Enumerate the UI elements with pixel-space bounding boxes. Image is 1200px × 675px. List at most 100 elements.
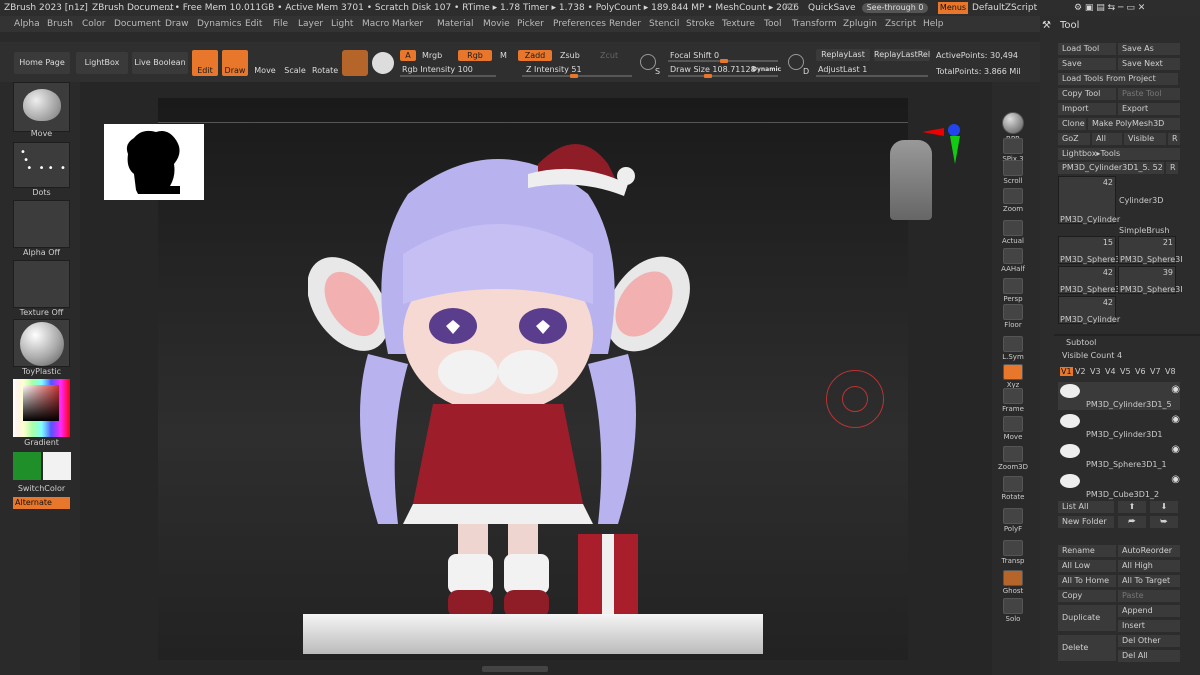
menu-stroke[interactable]: Stroke: [686, 16, 715, 32]
eye-icon[interactable]: ◉: [1171, 414, 1180, 425]
subtool-row[interactable]: ◉ PM3D_Cylinder3D1: [1058, 412, 1180, 440]
version-v7-button[interactable]: V7: [1150, 367, 1161, 376]
subtool-header[interactable]: Subtool: [1066, 338, 1096, 347]
subtool-row[interactable]: ◉ PM3D_Cylinder3D1_5: [1058, 382, 1180, 410]
rotate-mode-button[interactable]: Rotate: [312, 50, 338, 76]
tool-thumbnail[interactable]: 39 PM3D_Sphere3I: [1118, 266, 1183, 294]
paste-button[interactable]: Paste: [1118, 590, 1180, 602]
subtool-row[interactable]: ◉ PM3D_Cube3D1_2: [1058, 472, 1180, 500]
canvas-scroll-handle[interactable]: [482, 666, 548, 672]
view-l-sym-button[interactable]: L.Sym: [995, 336, 1031, 361]
view-solo-button[interactable]: Solo: [995, 598, 1031, 623]
view-polyf-button[interactable]: PolyF: [995, 508, 1031, 533]
adjust-icon[interactable]: [788, 54, 804, 70]
all-button[interactable]: All: [1092, 133, 1122, 145]
save-as-button[interactable]: Save As: [1118, 43, 1180, 55]
zcut-toggle[interactable]: Zcut: [600, 51, 618, 60]
menu-movie[interactable]: Movie: [483, 16, 510, 32]
focal-shift-slider[interactable]: Focal Shift 0: [670, 51, 719, 60]
character-render[interactable]: [308, 104, 748, 654]
version-v4-button[interactable]: V4: [1105, 367, 1116, 376]
version-v8-button[interactable]: V8: [1165, 367, 1176, 376]
see-through-slider[interactable]: See-through 0: [862, 3, 928, 13]
menu-brush[interactable]: Brush: [47, 16, 73, 32]
export-button[interactable]: Export: [1118, 103, 1180, 115]
autoreorder-button[interactable]: AutoReorder: [1118, 545, 1180, 557]
move-down-icon[interactable]: ⬇: [1150, 501, 1178, 513]
lightbox-button[interactable]: LightBox: [76, 52, 128, 74]
version-v2-button[interactable]: V2: [1075, 367, 1086, 376]
move-up-icon[interactable]: ⬆: [1118, 501, 1146, 513]
menu-document[interactable]: Document: [114, 16, 161, 32]
paste-tool-button[interactable]: Paste Tool: [1118, 88, 1180, 100]
switch-color-button[interactable]: SwitchColor: [13, 484, 70, 493]
eye-icon[interactable]: ◉: [1171, 444, 1180, 455]
menu-transform[interactable]: Transform: [792, 16, 837, 32]
rename-button[interactable]: Rename: [1058, 545, 1116, 557]
subtool-row[interactable]: ◉ PM3D_Sphere3D1_1: [1058, 442, 1180, 470]
m-toggle[interactable]: M: [500, 51, 507, 60]
clone-button[interactable]: Clone: [1058, 118, 1086, 130]
save-button[interactable]: Save: [1058, 58, 1116, 70]
rgb-intensity-track[interactable]: [400, 75, 496, 77]
stroke-thumbnail[interactable]: • • • • • •: [13, 142, 70, 188]
menu-color[interactable]: Color: [82, 16, 106, 32]
del-all-button[interactable]: Del All: [1118, 650, 1180, 662]
visible-count-slider[interactable]: Visible Count 4: [1062, 351, 1122, 360]
menus-toggle[interactable]: Menus: [938, 2, 968, 14]
menu-marker[interactable]: Marker: [392, 16, 423, 32]
menu-alpha[interactable]: Alpha: [14, 16, 40, 32]
view-rotate-button[interactable]: Rotate: [995, 476, 1031, 501]
secondary-color-swatch[interactable]: [43, 452, 71, 480]
dynamic-toggle[interactable]: Dynamic: [752, 66, 781, 73]
menu-stencil[interactable]: Stencil: [649, 16, 679, 32]
move-out-icon[interactable]: ⮩: [1150, 516, 1178, 528]
draw-size-track[interactable]: [668, 75, 778, 77]
zadd-toggle[interactable]: Zadd: [518, 50, 552, 61]
version-v5-button[interactable]: V5: [1120, 367, 1131, 376]
tool-thumbnail[interactable]: 21 PM3D_Sphere3I: [1118, 236, 1183, 264]
new-folder-button[interactable]: New Folder: [1058, 516, 1114, 528]
visible-button[interactable]: Visible: [1124, 133, 1166, 145]
tool-thumbnail[interactable]: 42 PM3D_Cylinder: [1058, 176, 1120, 224]
menu-zplugin[interactable]: Zplugin: [843, 16, 877, 32]
view-xyz-button[interactable]: Xyz: [995, 364, 1031, 389]
alpha-thumbnail[interactable]: [13, 200, 70, 248]
menu-texture[interactable]: Texture: [722, 16, 755, 32]
view-move-button[interactable]: Move: [995, 416, 1031, 441]
tool-thumbnail[interactable]: 15 PM3D_Sphere3I: [1058, 236, 1123, 264]
draw-size-knob[interactable]: [704, 74, 712, 78]
replay-last-rel-button[interactable]: ReplayLastRel: [874, 49, 930, 61]
tool-panel-header[interactable]: ⚒ Tool: [1040, 16, 1200, 36]
window-controls-icons[interactable]: ⚙ ▣ ▤ ⇆ ─ ▭ ✕: [1074, 0, 1145, 16]
focal-shift-knob[interactable]: [720, 59, 728, 63]
menu-help[interactable]: Help: [923, 16, 944, 32]
view-actual-button[interactable]: Actual: [995, 220, 1031, 245]
eye-icon[interactable]: ◉: [1171, 384, 1180, 395]
home-page-button[interactable]: Home Page: [14, 52, 70, 74]
eye-icon[interactable]: ◉: [1171, 474, 1180, 485]
load-tool-button[interactable]: Load Tool: [1058, 43, 1116, 55]
quicksave-button[interactable]: QuickSave: [808, 0, 856, 16]
material-sphere-icon[interactable]: [342, 50, 368, 76]
version-v6-button[interactable]: V6: [1135, 367, 1146, 376]
goz-button[interactable]: GoZ: [1058, 133, 1090, 145]
tool-thumbnail[interactable]: Cylinder3D: [1118, 176, 1178, 205]
view-persp-button[interactable]: Persp: [995, 278, 1031, 303]
texture-thumbnail[interactable]: [13, 260, 70, 308]
load-tools-from-project-button[interactable]: Load Tools From Project: [1058, 73, 1178, 85]
primary-color-swatch[interactable]: [13, 452, 41, 480]
rgb-toggle[interactable]: Rgb: [458, 50, 492, 61]
adjust-last-track[interactable]: [816, 75, 928, 77]
ac-label[interactable]: AC: [784, 0, 796, 16]
append-button[interactable]: Append: [1118, 605, 1180, 617]
menu-file[interactable]: File: [273, 16, 288, 32]
view-transp-button[interactable]: Transp: [995, 540, 1031, 565]
z-intensity-knob[interactable]: [570, 74, 578, 78]
current-tool-r-button[interactable]: R: [1166, 162, 1178, 174]
version-v1-button[interactable]: V1: [1060, 367, 1073, 376]
view-ghost-button[interactable]: Ghost: [995, 570, 1031, 595]
list-all-button[interactable]: List All: [1058, 501, 1114, 513]
color-square[interactable]: [23, 385, 59, 421]
view-frame-button[interactable]: Frame: [995, 388, 1031, 413]
